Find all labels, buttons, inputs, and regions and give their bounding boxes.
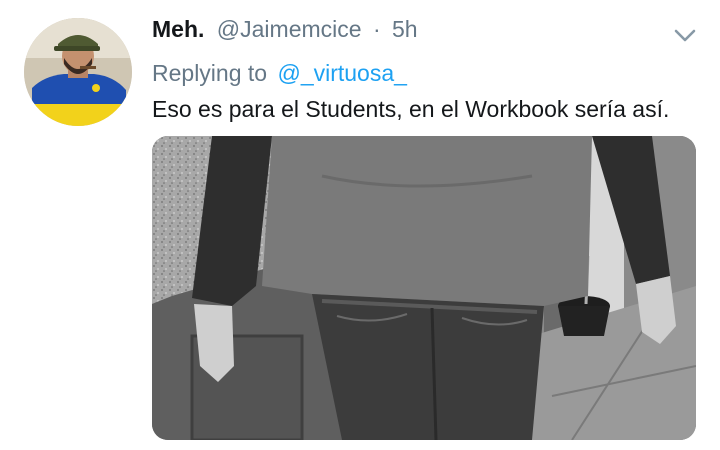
author-handle[interactable]: @Jaimemcice [217, 16, 362, 42]
avatar-image [24, 18, 132, 126]
chevron-down-icon[interactable] [672, 22, 698, 48]
timestamp[interactable]: 5h [392, 16, 418, 42]
tweet-media-photo[interactable] [152, 136, 696, 440]
replying-to-line: Replying to @_virtuosa_ [152, 58, 407, 88]
author-name[interactable]: Meh. [152, 16, 204, 42]
avatar[interactable] [24, 18, 132, 126]
photo-image [152, 136, 696, 440]
tweet: Meh. @Jaimemcice · 5h Replying to @_virt… [0, 0, 720, 450]
replying-to-user-link[interactable]: @_virtuosa_ [277, 60, 406, 86]
replying-to-label: Replying to [152, 60, 268, 86]
separator-dot: · [372, 16, 381, 42]
tweet-text: Eso es para el Students, en el Workbook … [152, 96, 670, 122]
tweet-header: Meh. @Jaimemcice · 5h [152, 14, 418, 44]
